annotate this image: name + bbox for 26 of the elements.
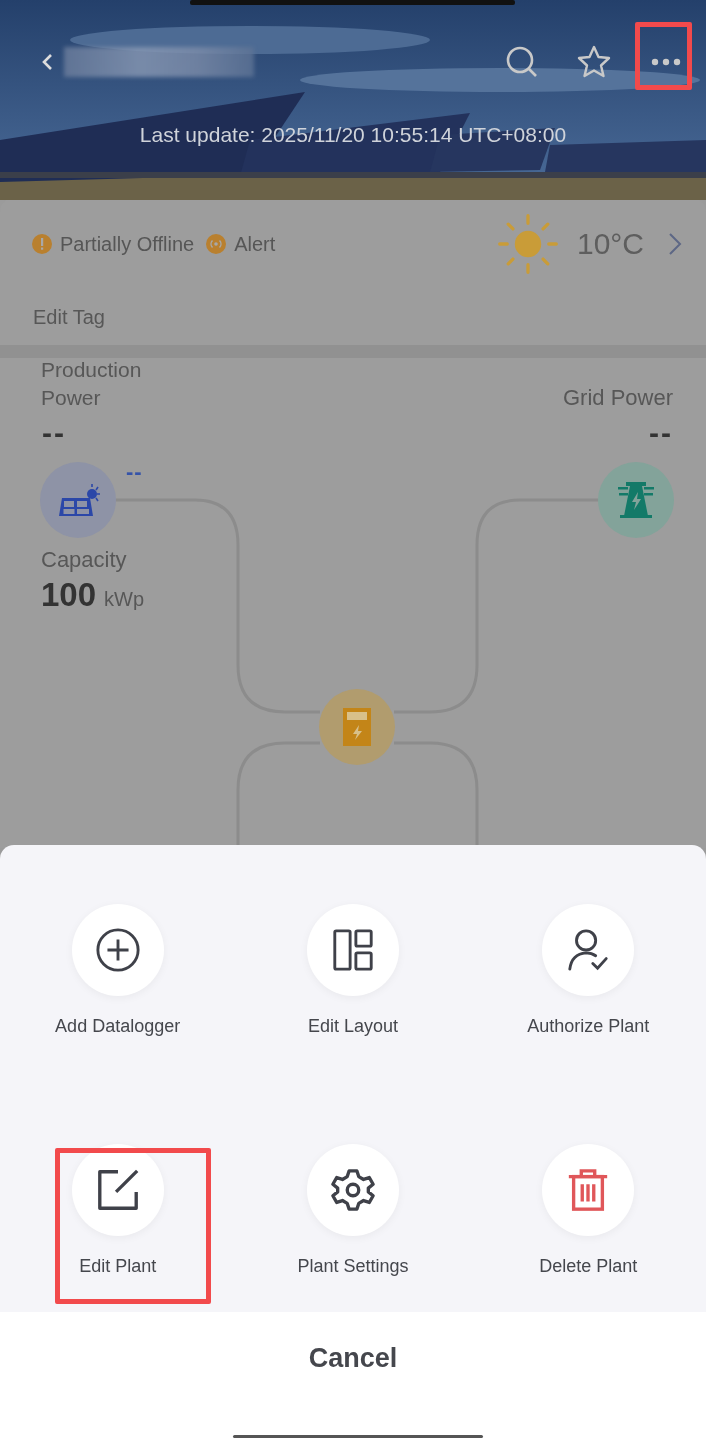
grid-power-value: --: [649, 416, 673, 450]
production-power-value: --: [42, 416, 66, 450]
capacity-value: 100: [41, 576, 97, 614]
pv-power-value: --: [126, 459, 143, 485]
action-label[interactable]: Authorize Plant: [527, 1016, 650, 1037]
cancel-button[interactable]: Cancel: [302, 1340, 404, 1376]
action-label[interactable]: Plant Settings: [297, 1256, 409, 1277]
star-icon[interactable]: [576, 44, 612, 80]
capacity-unit: kWp: [104, 588, 145, 611]
last-update-text: Last update: 2025/11/20 10:55:14 UTC+08:00: [138, 123, 568, 147]
grid-power-label: Grid Power: [562, 385, 673, 411]
capacity-label: Capacity: [41, 547, 127, 573]
action-label[interactable]: Delete Plant: [539, 1256, 638, 1277]
warning-icon: [32, 234, 52, 254]
temperature: 10°C: [576, 227, 644, 261]
status-label: Partially Offline: [60, 232, 195, 256]
alarm-icon: [206, 234, 227, 254]
status-label: Alert: [234, 232, 276, 256]
layout-icon: [330, 927, 376, 973]
production-power-label: Production Power: [41, 357, 143, 411]
solar-panel-icon[interactable]: [40, 462, 116, 538]
plus-circle-icon: [94, 927, 141, 973]
action-label[interactable]: Edit Plant: [79, 1256, 157, 1277]
action-label[interactable]: Edit Layout: [307, 1016, 398, 1037]
settings-icon: [330, 1167, 376, 1213]
action-label[interactable]: Add Datalogger: [55, 1016, 181, 1037]
